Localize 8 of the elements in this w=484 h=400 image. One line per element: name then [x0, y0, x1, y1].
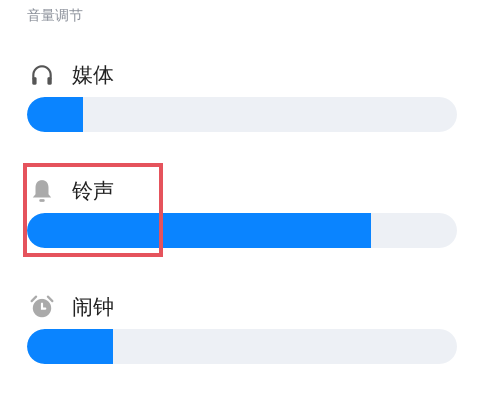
- volume-slider[interactable]: [27, 329, 457, 364]
- channel-label: 媒体: [72, 62, 114, 89]
- volume-slider[interactable]: [27, 213, 457, 248]
- channel-label: 闹钟: [72, 294, 114, 321]
- volume-slider[interactable]: [27, 97, 457, 132]
- section-title: 音量调节: [27, 7, 84, 26]
- alarm-clock-icon: [29, 294, 55, 320]
- channel-label: 铃声: [72, 178, 114, 205]
